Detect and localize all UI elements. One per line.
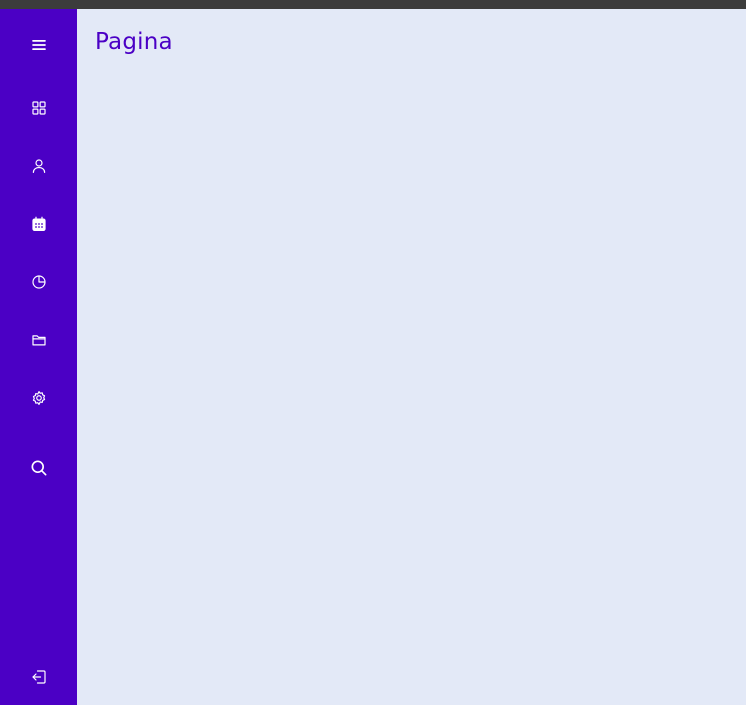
sidebar-search-button[interactable]: [0, 446, 77, 490]
logout-button[interactable]: [0, 655, 77, 699]
sidebar-item-dashboard[interactable]: [0, 86, 77, 130]
sidebar-item-calendar[interactable]: [0, 202, 77, 246]
folder-icon: [31, 335, 46, 346]
search-icon: [31, 460, 47, 476]
logout-icon: [31, 670, 46, 684]
sidebar-item-analytics[interactable]: [0, 260, 77, 304]
dashboard-icon: [31, 101, 46, 115]
window-top-bar: [0, 0, 746, 9]
sidebar: [0, 9, 77, 705]
sidebar-item-settings[interactable]: [0, 376, 77, 420]
sidebar-item-files[interactable]: [0, 318, 77, 362]
menu-icon: [31, 40, 46, 50]
menu-toggle-button[interactable]: [0, 23, 77, 67]
settings-icon: [32, 391, 45, 405]
main-content: Pagina: [77, 9, 746, 705]
page-title: Pagina: [95, 29, 173, 55]
user-icon: [32, 159, 45, 173]
calendar-icon: [31, 216, 46, 231]
chart-pie-icon: [31, 275, 46, 289]
sidebar-item-user[interactable]: [0, 144, 77, 188]
